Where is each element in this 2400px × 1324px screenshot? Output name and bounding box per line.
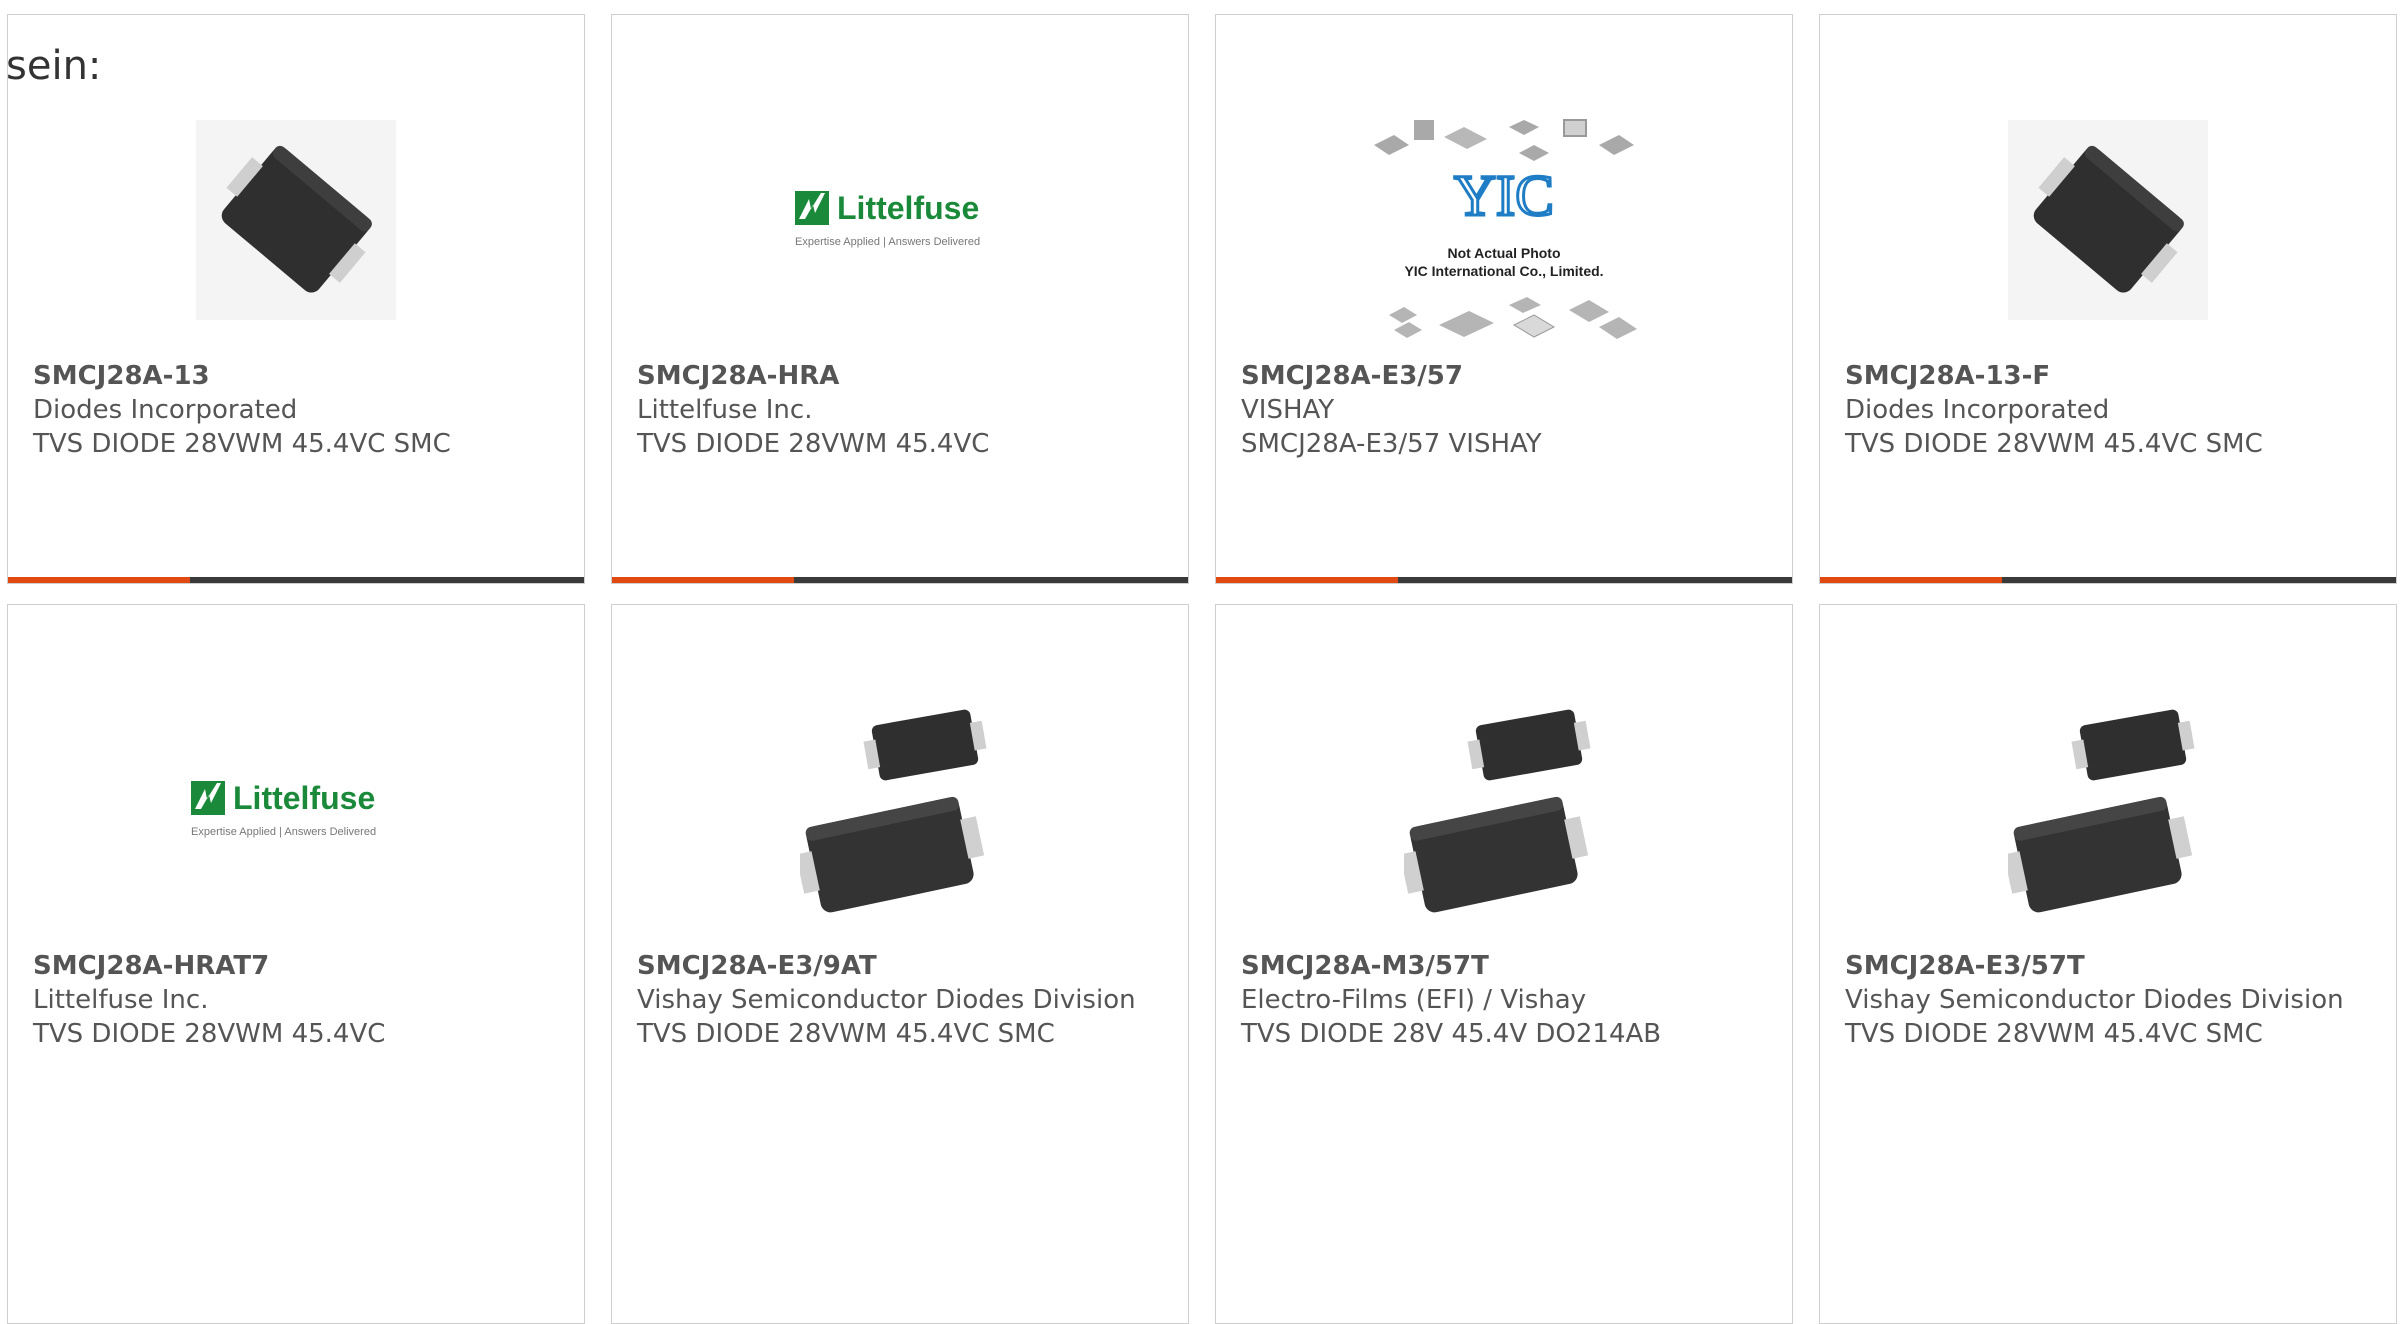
card-bar-accent bbox=[1820, 577, 2002, 583]
part-number[interactable]: SMCJ28A-E3/9AT bbox=[637, 949, 1168, 983]
logo-tagline: Expertise Applied | Answers Delivered bbox=[795, 236, 980, 248]
product-info: SMCJ28A-HRAT7 Littelfuse Inc. TVS DIODE … bbox=[33, 949, 564, 1051]
product-info: SMCJ28A-HRA Littelfuse Inc. TVS DIODE 28… bbox=[637, 359, 1168, 461]
product-card[interactable]: SMCJ28A-13 Diodes Incorporated TVS DIODE… bbox=[7, 14, 585, 584]
yic-placeholder: YIC Not Actual Photo YIC International C… bbox=[1374, 119, 1637, 339]
placeholder-line: Not Actual Photo bbox=[1447, 245, 1560, 261]
svg-text:YIC: YIC bbox=[1454, 163, 1554, 228]
logo-name: Littelfuse bbox=[837, 190, 979, 226]
logo-name: Littelfuse bbox=[233, 780, 375, 816]
product-image[interactable]: Littelfuse Expertise Applied | Answers D… bbox=[612, 85, 1188, 355]
manufacturer: Vishay Semiconductor Diodes Division bbox=[637, 985, 1136, 1015]
card-bar bbox=[1216, 577, 1792, 583]
smc-diode-pair-icon bbox=[1404, 709, 1591, 913]
part-number[interactable]: SMCJ28A-M3/57T bbox=[1241, 949, 1772, 983]
product-image[interactable]: Littelfuse Expertise Applied | Answers D… bbox=[8, 675, 584, 945]
part-number[interactable]: SMCJ28A-HRA bbox=[637, 359, 1168, 393]
product-image[interactable] bbox=[1216, 675, 1792, 945]
manufacturer: Electro-Films (EFI) / Vishay bbox=[1241, 985, 1587, 1015]
product-card[interactable]: SMCJ28A-M3/57T Electro-Films (EFI) / Vis… bbox=[1215, 604, 1793, 1324]
manufacturer: Vishay Semiconductor Diodes Division bbox=[1845, 985, 2344, 1015]
manufacturer: Diodes Incorporated bbox=[1845, 395, 2110, 425]
part-number[interactable]: SMCJ28A-13 bbox=[33, 359, 564, 393]
part-number[interactable]: SMCJ28A-E3/57 bbox=[1241, 359, 1772, 393]
logo-tagline: Expertise Applied | Answers Delivered bbox=[191, 826, 376, 838]
card-bar bbox=[8, 577, 584, 583]
product-image[interactable] bbox=[1820, 85, 2396, 355]
manufacturer: VISHAY bbox=[1241, 395, 1335, 425]
description: TVS DIODE 28VWM 45.4VC SMC bbox=[1845, 429, 2263, 459]
product-info: SMCJ28A-13 Diodes Incorporated TVS DIODE… bbox=[33, 359, 564, 461]
description: TVS DIODE 28V 45.4V DO214AB bbox=[1241, 1019, 1662, 1049]
product-info: SMCJ28A-M3/57T Electro-Films (EFI) / Vis… bbox=[1241, 949, 1772, 1051]
smc-diode-single-icon bbox=[196, 120, 396, 320]
part-number[interactable]: SMCJ28A-13-F bbox=[1845, 359, 2376, 393]
manufacturer: Littelfuse Inc. bbox=[637, 395, 813, 425]
littelfuse-logo: Littelfuse Expertise Applied | Answers D… bbox=[795, 190, 980, 248]
description: TVS DIODE 28VWM 45.4VC SMC bbox=[1845, 1019, 2263, 1049]
smc-diode-pair-icon bbox=[2008, 709, 2195, 913]
product-info: SMCJ28A-E3/9AT Vishay Semiconductor Diod… bbox=[637, 949, 1168, 1051]
product-image[interactable]: YIC Not Actual Photo YIC International C… bbox=[1216, 100, 1792, 370]
product-grid: SMCJ28A-13 Diodes Incorporated TVS DIODE… bbox=[0, 0, 2400, 1324]
card-bar bbox=[612, 577, 1188, 583]
description: TVS DIODE 28VWM 45.4VC bbox=[33, 1019, 386, 1049]
product-card[interactable]: Littelfuse Expertise Applied | Answers D… bbox=[611, 14, 1189, 584]
part-number[interactable]: SMCJ28A-E3/57T bbox=[1845, 949, 2376, 983]
description: TVS DIODE 28VWM 45.4VC SMC bbox=[33, 429, 451, 459]
description: SMCJ28A-E3/57 VISHAY bbox=[1241, 429, 1542, 459]
card-bar-accent bbox=[8, 577, 190, 583]
product-info: SMCJ28A-E3/57 VISHAY SMCJ28A-E3/57 VISHA… bbox=[1241, 359, 1772, 461]
card-bar-accent bbox=[1216, 577, 1398, 583]
description: TVS DIODE 28VWM 45.4VC SMC bbox=[637, 1019, 1055, 1049]
product-image[interactable] bbox=[612, 675, 1188, 945]
product-card[interactable]: YIC Not Actual Photo YIC International C… bbox=[1215, 14, 1793, 584]
smc-diode-single-icon bbox=[2008, 120, 2208, 320]
part-number[interactable]: SMCJ28A-HRAT7 bbox=[33, 949, 564, 983]
smc-diode-pair-icon bbox=[800, 709, 987, 913]
card-bar bbox=[1820, 577, 2396, 583]
product-info: SMCJ28A-13-F Diodes Incorporated TVS DIO… bbox=[1845, 359, 2376, 461]
product-image[interactable] bbox=[1820, 675, 2396, 945]
product-card[interactable]: SMCJ28A-E3/57T Vishay Semiconductor Diod… bbox=[1819, 604, 2397, 1324]
manufacturer: Diodes Incorporated bbox=[33, 395, 298, 425]
product-card[interactable]: SMCJ28A-E3/9AT Vishay Semiconductor Diod… bbox=[611, 604, 1189, 1324]
product-image[interactable] bbox=[8, 85, 584, 355]
description: TVS DIODE 28VWM 45.4VC bbox=[637, 429, 990, 459]
card-bar-accent bbox=[612, 577, 794, 583]
manufacturer: Littelfuse Inc. bbox=[33, 985, 209, 1015]
littelfuse-logo: Littelfuse Expertise Applied | Answers D… bbox=[191, 780, 376, 838]
product-info: SMCJ28A-E3/57T Vishay Semiconductor Diod… bbox=[1845, 949, 2376, 1051]
placeholder-line: YIC International Co., Limited. bbox=[1404, 263, 1603, 279]
product-card[interactable]: SMCJ28A-13-F Diodes Incorporated TVS DIO… bbox=[1819, 14, 2397, 584]
product-card[interactable]: Littelfuse Expertise Applied | Answers D… bbox=[7, 604, 585, 1324]
intro-text: sein: bbox=[6, 43, 102, 89]
